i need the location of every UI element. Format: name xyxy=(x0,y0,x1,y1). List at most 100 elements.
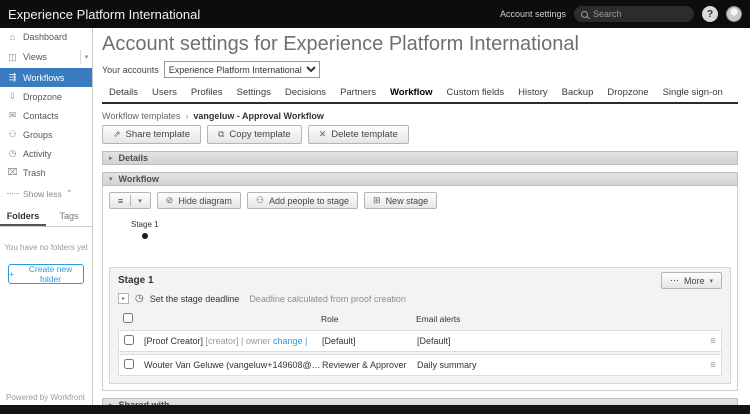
views-dropdown-toggle[interactable]: ▾ xyxy=(80,50,92,64)
breadcrumb-separator: › xyxy=(185,111,188,121)
chevron-right-icon: ▸ xyxy=(109,154,113,162)
divider xyxy=(7,193,19,194)
tab-partners[interactable]: Partners xyxy=(333,84,383,102)
hide-diagram-button[interactable]: ⊘ Hide diagram xyxy=(157,192,241,209)
tab-single-sign-on[interactable]: Single sign-on xyxy=(656,84,730,102)
stage-expander[interactable]: ▸ xyxy=(118,293,129,304)
sidebar-item-label: Trash xyxy=(23,168,46,178)
tab-decisions[interactable]: Decisions xyxy=(278,84,333,102)
create-folder-button[interactable]: + Create new folder xyxy=(8,264,84,284)
show-less-label: Show less xyxy=(23,189,62,199)
search-input[interactable] xyxy=(593,9,683,19)
sidebar-item-contacts[interactable]: ✉ Contacts xyxy=(0,106,92,125)
add-people-label: Add people to stage xyxy=(269,196,349,206)
copy-template-label: Copy template xyxy=(229,129,290,140)
diagram-stage-label: Stage 1 xyxy=(131,220,159,229)
table-row: [Proof Creator] [creator] | owner change… xyxy=(118,330,722,352)
share-template-button[interactable]: ⇗ Share template xyxy=(102,125,201,144)
section-workflow[interactable]: ▾ Workflow xyxy=(102,172,738,186)
trash-icon: ✕ xyxy=(319,129,327,140)
row-menu-icon[interactable]: ≡ xyxy=(710,336,716,347)
more-label: More xyxy=(684,276,705,286)
delete-template-button[interactable]: ✕ Delete template xyxy=(308,125,409,144)
column-role: Role xyxy=(321,314,416,324)
sidebar-item-label: Views xyxy=(23,52,47,62)
tab-profiles[interactable]: Profiles xyxy=(184,84,230,102)
sidebar-item-label: Dropzone xyxy=(23,92,62,102)
row-menu-icon[interactable]: ≡ xyxy=(710,360,716,371)
member-role: [Default] xyxy=(322,336,417,346)
tab-settings[interactable]: Settings xyxy=(230,84,278,102)
row-checkbox[interactable] xyxy=(124,359,134,369)
change-link[interactable]: change | xyxy=(273,336,307,346)
sidebar-item-dropzone[interactable]: ⇩ Dropzone xyxy=(0,87,92,106)
dashboard-icon: ⌂ xyxy=(7,32,18,42)
tab-folders[interactable]: Folders xyxy=(0,207,46,226)
chevron-down-icon: ▾ xyxy=(709,277,713,285)
copy-template-button[interactable]: ⧉ Copy template xyxy=(207,125,302,144)
stage-header: Stage 1 ⋯ More ▾ xyxy=(110,268,730,291)
empty-folders-text: You have no folders yet xyxy=(4,243,88,252)
tab-users[interactable]: Users xyxy=(145,84,184,102)
chevron-down-icon: ▾ xyxy=(138,197,142,205)
avatar[interactable] xyxy=(726,6,742,22)
row-checkbox[interactable] xyxy=(124,335,134,345)
add-people-to-stage-button[interactable]: ⚇ Add people to stage xyxy=(247,192,358,209)
deadline-note: Deadline calculated from proof creation xyxy=(249,294,406,304)
sidebar-item-label: Groups xyxy=(23,130,53,140)
share-icon: ⇗ xyxy=(113,129,121,140)
search-box[interactable] xyxy=(574,6,694,22)
stage-members-table: Role Email alerts [Proof Creator] [creat… xyxy=(118,311,722,376)
breadcrumb-parent-link[interactable]: Workflow templates xyxy=(102,111,180,121)
sidebar-item-workflows[interactable]: ⇶ Workflows xyxy=(0,68,92,87)
section-shared-with[interactable]: ▸ Shared with xyxy=(102,398,738,405)
tab-custom-fields[interactable]: Custom fields xyxy=(440,84,512,102)
stage-title: Stage 1 xyxy=(118,275,154,286)
sidebar-item-label: Contacts xyxy=(23,111,59,121)
hide-diagram-label: Hide diagram xyxy=(178,196,232,206)
account-settings-link[interactable]: Account settings xyxy=(500,9,566,19)
sidebar-item-views[interactable]: ◫ Views ▾ xyxy=(0,46,92,68)
stage-list-dropdown[interactable]: ≡ ▾ xyxy=(109,192,151,209)
new-stage-button[interactable]: ⊞ New stage xyxy=(364,192,437,209)
table-header-row: Role Email alerts xyxy=(118,311,722,328)
accounts-select[interactable]: Experience Platform International xyxy=(164,61,320,78)
diagram-stage-node[interactable]: Stage 1 xyxy=(131,220,159,239)
workflow-diagram: Stage 1 xyxy=(109,213,731,259)
groups-icon: ⚇ xyxy=(7,129,18,140)
sidebar-item-activity[interactable]: ◷ Activity xyxy=(0,144,92,163)
tab-workflow[interactable]: Workflow xyxy=(383,84,440,102)
sidebar-item-trash[interactable]: ⌧ Trash xyxy=(0,163,92,182)
select-all-checkbox[interactable] xyxy=(123,313,133,323)
views-icon: ◫ xyxy=(7,52,18,63)
your-accounts-label: Your accounts xyxy=(102,65,159,75)
search-icon xyxy=(581,11,588,18)
tab-tags[interactable]: Tags xyxy=(46,207,92,226)
hide-diagram-icon: ⊘ xyxy=(166,195,174,206)
more-icon: ⋯ xyxy=(670,275,679,286)
sidebar-item-dashboard[interactable]: ⌂ Dashboard xyxy=(0,28,92,46)
section-details[interactable]: ▸ Details xyxy=(102,151,738,165)
list-icon: ≡ xyxy=(118,196,123,206)
stage-deadline-row: ▸ ◷ Set the stage deadline Deadline calc… xyxy=(110,291,730,311)
stage-more-button[interactable]: ⋯ More ▾ xyxy=(661,272,722,289)
topbar-right: Account settings ? xyxy=(500,6,742,22)
column-email-alerts: Email alerts xyxy=(416,314,697,324)
topbar: Experience Platform International Accoun… xyxy=(0,0,750,28)
tab-dropzone[interactable]: Dropzone xyxy=(600,84,655,102)
set-deadline-link[interactable]: Set the stage deadline xyxy=(150,294,240,304)
tab-history[interactable]: History xyxy=(511,84,555,102)
trash-icon: ⌧ xyxy=(7,167,18,178)
create-folder-label: Create new folder xyxy=(18,264,83,284)
new-stage-icon: ⊞ xyxy=(373,195,381,206)
share-template-label: Share template xyxy=(126,129,190,140)
activity-icon: ◷ xyxy=(7,148,18,159)
help-button[interactable]: ? xyxy=(702,6,718,22)
table-row: Wouter Van Geluwe (vangeluw+149608@adobe… xyxy=(118,354,722,376)
tab-details[interactable]: Details xyxy=(102,84,145,102)
divider xyxy=(130,195,131,206)
tab-backup[interactable]: Backup xyxy=(555,84,601,102)
sidebar-item-groups[interactable]: ⚇ Groups xyxy=(0,125,92,144)
footer-bar xyxy=(0,405,750,414)
show-less-toggle[interactable]: Show less ⌃ xyxy=(0,182,92,205)
